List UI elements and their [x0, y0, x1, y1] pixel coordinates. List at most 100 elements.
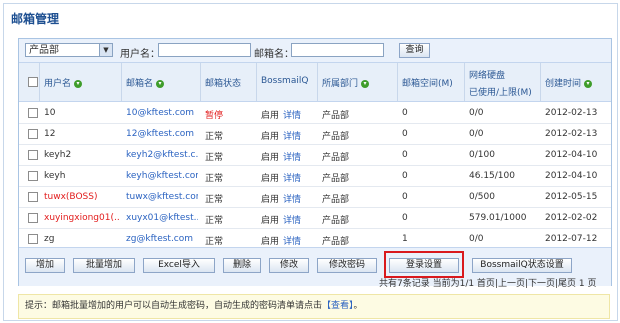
cell-space: 1 — [402, 234, 408, 244]
row-checkbox[interactable] — [28, 234, 38, 244]
mail-management-window: 邮箱管理 产品部 ▼ 用户名： 邮箱名： 查询 用户名 ▾ 邮箱名 ▾ 邮箱状态 B… — [3, 3, 618, 321]
pagination[interactable]: 共有7条记录 当前为1/1 首页|上一页|下一页|尾页 1 页 — [379, 276, 596, 289]
cell-bq: 启用 — [261, 174, 280, 184]
cell-user: 12 — [44, 129, 56, 139]
modify-button[interactable]: 修改 — [269, 258, 309, 273]
cell-disk: 0/0 — [469, 234, 484, 244]
cell-detail[interactable]: 详情 — [283, 213, 313, 226]
cell-status: 暂停 — [205, 111, 224, 121]
cell-disk: 0/100 — [469, 150, 495, 160]
cell-bq: 启用 — [261, 132, 280, 142]
excel-import-button[interactable]: Excel导入 — [143, 258, 215, 273]
mailbox-input[interactable] — [291, 43, 384, 57]
cell-mail[interactable]: keyh@kftest.com — [126, 171, 198, 181]
sort-icon[interactable]: ▾ — [156, 79, 165, 88]
department-select-value: 产品部 — [29, 45, 59, 56]
cell-status: 正常 — [205, 174, 224, 184]
col-department[interactable]: 所属部门 ▾ — [322, 76, 370, 89]
table-row[interactable]: keyh2 keyh2@kftest.c... 正常 启用 详情 产品部 0 0/100 201… — [19, 144, 611, 166]
cell-space: 0 — [402, 108, 408, 118]
cell-user: 10 — [44, 108, 56, 118]
row-checkbox[interactable] — [28, 129, 38, 139]
cell-mail[interactable]: 10@kftest.com — [126, 108, 198, 118]
batch-add-button[interactable]: 批量增加 — [73, 258, 135, 273]
table-row[interactable]: 10 10@kftest.com 暂停 启用 详情 产品部 0 0/0 2012-02-13 — [19, 102, 611, 124]
delete-button[interactable]: 删除 — [223, 258, 261, 273]
add-button[interactable]: 增加 — [25, 258, 65, 273]
cell-dept: 产品部 — [322, 195, 350, 205]
cell-created: 2012-05-15 — [545, 192, 598, 202]
table-row[interactable]: tuwx(BOSS) tuwx@kftest.com 正常 启用 详情 产品部 0 0/500… — [19, 186, 611, 208]
sort-icon[interactable]: ▾ — [584, 79, 593, 88]
view-link[interactable]: 【查看】 — [322, 301, 354, 311]
cell-status: 正常 — [205, 216, 224, 226]
row-checkbox[interactable] — [28, 213, 38, 223]
cell-detail[interactable]: 详情 — [283, 108, 313, 121]
cell-detail[interactable]: 详情 — [283, 234, 313, 247]
table-row[interactable]: keyh keyh@kftest.com 正常 启用 详情 产品部 0 46.15/100 20… — [19, 165, 611, 187]
cell-dept: 产品部 — [322, 216, 350, 226]
cell-mail[interactable]: 12@kftest.com — [126, 129, 198, 139]
col-created[interactable]: 创建时间 ▾ — [545, 76, 593, 89]
cell-detail[interactable]: 详情 — [283, 150, 313, 163]
table-row[interactable]: xuyingxiong01(... xuyx01@kftest... 正常 启用 详情产… — [19, 207, 611, 229]
cell-space: 0 — [402, 129, 408, 139]
cell-dept: 产品部 — [322, 237, 350, 247]
col-status: 邮箱状态 — [205, 79, 242, 89]
col-space: 邮箱空间(M) — [402, 79, 453, 89]
cell-created: 2012-02-13 — [545, 129, 598, 139]
sort-icon[interactable]: ▾ — [74, 79, 83, 88]
username-label: 用户名： — [120, 49, 160, 60]
cell-disk: 0/0 — [469, 108, 484, 118]
table-header: 用户名 ▾ 邮箱名 ▾ 邮箱状态 BossmailQ 所属部门 ▾ 邮箱空间(M) 网… — [19, 63, 611, 102]
cell-status: 正常 — [205, 237, 224, 247]
tip-box: 提示：邮箱批量增加的用户可以自动生成密码，自动生成的密码清单请点击【查看】。 — [18, 294, 610, 319]
search-bar: 产品部 ▼ 用户名： 邮箱名： 查询 — [19, 39, 611, 63]
page-title: 邮箱管理 — [11, 12, 60, 26]
table-row[interactable]: 12 12@kftest.com 正常 启用 详情 产品部 0 0/0 2012-02-13 — [19, 123, 611, 145]
cell-space: 0 — [402, 171, 408, 181]
sort-icon[interactable]: ▾ — [361, 79, 370, 88]
cell-disk: 0/0 — [469, 129, 484, 139]
select-all-checkbox[interactable] — [28, 77, 38, 87]
row-checkbox[interactable] — [28, 171, 38, 181]
col-username[interactable]: 用户名 ▾ — [44, 76, 83, 89]
query-button[interactable]: 查询 — [399, 43, 430, 58]
cell-detail[interactable]: 详情 — [283, 129, 313, 142]
cell-disk: 579.01/1000 — [469, 213, 527, 223]
cell-user: zg — [44, 234, 55, 244]
cell-user: keyh — [44, 171, 66, 181]
cell-dept: 产品部 — [322, 132, 350, 142]
col-bossmailq: BossmailQ — [261, 76, 309, 86]
cell-detail[interactable]: 详情 — [283, 171, 313, 184]
cell-disk: 0/500 — [469, 192, 495, 202]
cell-detail[interactable]: 详情 — [283, 192, 313, 205]
row-checkbox[interactable] — [28, 108, 38, 118]
action-bar: 增加 批量增加 Excel导入 删除 修改 修改密码 登录设置 Bossmail… — [19, 247, 611, 289]
cell-mail[interactable]: tuwx@kftest.com — [126, 192, 198, 202]
row-checkbox[interactable] — [28, 150, 38, 160]
bossmailq-status-button[interactable]: BossmailQ状态设置 — [472, 258, 572, 273]
col-disk-usage: 已使用/上限(M) — [469, 88, 532, 98]
mail-table-panel: 产品部 ▼ 用户名： 邮箱名： 查询 用户名 ▾ 邮箱名 ▾ 邮箱状态 Bossma… — [18, 38, 612, 289]
cell-bq: 启用 — [261, 216, 280, 226]
chevron-down-icon[interactable]: ▼ — [99, 44, 112, 56]
change-password-button[interactable]: 修改密码 — [317, 258, 377, 273]
cell-dept: 产品部 — [322, 153, 350, 163]
cell-space: 0 — [402, 213, 408, 223]
cell-mail[interactable]: zg@kftest.com — [126, 234, 198, 244]
cell-mail[interactable]: xuyx01@kftest... — [126, 213, 198, 223]
tip-text: 提示：邮箱批量增加的用户可以自动生成密码，自动生成的密码清单请点击 — [25, 301, 323, 311]
cell-bq: 启用 — [261, 111, 280, 121]
row-checkbox[interactable] — [28, 192, 38, 202]
cell-created: 2012-02-02 — [545, 213, 598, 223]
cell-mail[interactable]: keyh2@kftest.c... — [126, 150, 198, 160]
mailbox-label: 邮箱名： — [254, 49, 294, 60]
login-settings-highlight — [384, 251, 464, 278]
cell-disk: 46.15/100 — [469, 171, 515, 181]
department-select[interactable]: 产品部 ▼ — [25, 43, 113, 57]
cell-dept: 产品部 — [322, 174, 350, 184]
col-mailbox[interactable]: 邮箱名 ▾ — [126, 76, 165, 89]
username-input[interactable] — [158, 43, 251, 57]
tip-suffix: 。 — [353, 301, 363, 311]
